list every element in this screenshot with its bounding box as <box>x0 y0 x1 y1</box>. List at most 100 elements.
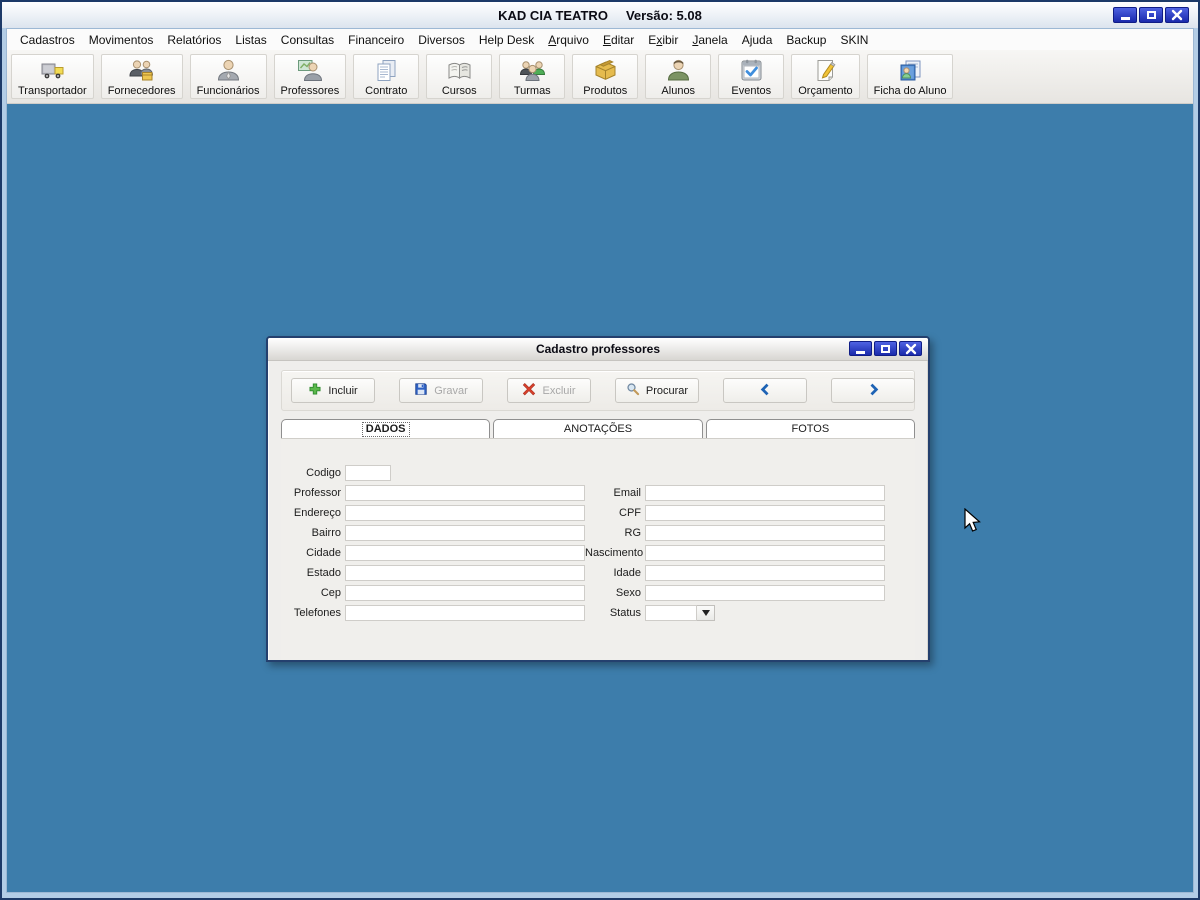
toolbar-produtos-button[interactable]: Produtos <box>572 54 639 99</box>
maximize-button[interactable] <box>1139 7 1163 23</box>
toolbar-button-label: Alunos <box>661 85 696 97</box>
box-icon <box>592 57 619 84</box>
search-icon <box>626 382 640 399</box>
gravar-button[interactable]: Gravar <box>399 378 483 403</box>
bairro-field[interactable] <box>345 525 585 541</box>
toolbar-button-label: Professores <box>280 85 340 97</box>
nascimento-field[interactable] <box>645 545 885 561</box>
cep-label: Cep <box>320 587 341 599</box>
close-button[interactable] <box>1165 7 1189 23</box>
idade-field[interactable] <box>645 565 885 581</box>
toolbar-transportador-button[interactable]: Transportador <box>11 54 94 99</box>
menu-listas[interactable]: Listas <box>228 31 273 49</box>
menu-arquivo[interactable]: Arquivo <box>541 31 596 49</box>
menu-relatorios[interactable]: Relatórios <box>160 31 228 49</box>
menu-janela[interactable]: Janela <box>685 31 734 49</box>
toolbar-funcionarios-button[interactable]: Funcionários <box>189 54 267 99</box>
form-row-estado-idade: Estado Idade <box>281 563 915 583</box>
form-row-cep-sexo: Cep Sexo <box>281 583 915 603</box>
form-row-telefones-status: Telefones Status <box>281 603 915 623</box>
plus-icon <box>308 382 322 399</box>
form-row-cidade-nascimento: Cidade Nascimento <box>281 543 915 563</box>
menu-skin[interactable]: SKIN <box>833 31 875 49</box>
codigo-field[interactable] <box>345 465 391 481</box>
tab-fotos[interactable]: FOTOS <box>705 419 915 438</box>
dialog-minimize-button[interactable] <box>849 341 872 356</box>
professor-field[interactable] <box>345 485 585 501</box>
form-row-codigo: Codigo <box>281 463 915 483</box>
excluir-button[interactable]: Excluir <box>507 378 591 403</box>
minimize-icon <box>856 350 865 354</box>
minimize-button[interactable] <box>1113 7 1137 23</box>
excluir-label: Excluir <box>542 384 576 397</box>
menu-backup[interactable]: Backup <box>779 31 833 49</box>
toolbar-contrato-button[interactable]: Contrato <box>353 54 420 99</box>
save-icon <box>414 382 428 399</box>
app-title: KAD CIA TEATRO Versão: 5.08 <box>2 8 1198 23</box>
menu-help-desk[interactable]: Help Desk <box>472 31 541 49</box>
email-label: Email <box>613 487 641 499</box>
tab-dados-label: DADOS <box>361 421 410 437</box>
cpf-label: CPF <box>619 507 641 519</box>
menu-diversos[interactable]: Diversos <box>411 31 472 49</box>
tab-anotacoes[interactable]: ANOTAÇÕES <box>493 419 703 438</box>
close-icon <box>1170 8 1184 22</box>
menu-exibir[interactable]: Exibir <box>641 31 685 49</box>
menu-editar[interactable]: Editar <box>596 31 641 49</box>
maximize-icon <box>881 344 890 353</box>
toolbar-alunos-button[interactable]: Alunos <box>645 54 712 99</box>
toolbar-eventos-button[interactable]: Eventos <box>718 54 785 99</box>
cidade-field[interactable] <box>345 545 585 561</box>
form-row-bairro-rg: Bairro RG <box>281 523 915 543</box>
status-field[interactable] <box>645 605 697 621</box>
endereco-field[interactable] <box>345 505 585 521</box>
window-controls <box>1113 7 1189 23</box>
estado-label: Estado <box>306 567 341 579</box>
dialog-close-button[interactable] <box>899 341 922 356</box>
app-title-text: KAD CIA TEATRO <box>498 7 608 23</box>
chevron-right-icon <box>867 383 880 399</box>
suppliers-icon <box>128 57 155 84</box>
idade-label: Idade <box>613 567 641 579</box>
app-titlebar[interactable]: KAD CIA TEATRO Versão: 5.08 <box>2 2 1198 28</box>
cadastro-professores-dialog: Cadastro professores Incluir Gravar Excl… <box>266 336 930 662</box>
telefones-label: Telefones <box>293 607 341 619</box>
menu-cadastros[interactable]: Cadastros <box>13 31 82 49</box>
email-field[interactable] <box>645 485 885 501</box>
toolbar-ficha-do-aluno-button[interactable]: Ficha do Aluno <box>866 54 954 99</box>
close-icon <box>904 342 918 356</box>
procurar-button[interactable]: Procurar <box>615 378 699 403</box>
dialog-titlebar[interactable]: Cadastro professores <box>268 338 928 361</box>
toolbar-professores-button[interactable]: Professores <box>273 54 347 99</box>
menu-consultas[interactable]: Consultas <box>274 31 341 49</box>
tab-dados[interactable]: DADOS <box>281 419 491 438</box>
cep-field[interactable] <box>345 585 585 601</box>
delete-icon <box>522 382 536 399</box>
menu-movimentos[interactable]: Movimentos <box>82 31 161 49</box>
main-toolbar: Transportador Fornecedores Funcionários … <box>7 50 1193 104</box>
incluir-button[interactable]: Incluir <box>291 378 375 403</box>
toolbar-button-label: Cursos <box>441 85 477 97</box>
menu-financeiro[interactable]: Financeiro <box>341 31 411 49</box>
record-toolbar: Incluir Gravar Excluir Procurar <box>281 370 915 411</box>
next-record-button[interactable] <box>831 378 915 403</box>
toolbar-turmas-button[interactable]: Turmas <box>499 54 566 99</box>
telefones-field[interactable] <box>345 605 585 621</box>
cpf-field[interactable] <box>645 505 885 521</box>
dialog-maximize-button[interactable] <box>874 341 897 356</box>
rg-field[interactable] <box>645 525 885 541</box>
sexo-field[interactable] <box>645 585 885 601</box>
status-dropdown-button[interactable] <box>697 605 715 621</box>
teacher-icon <box>296 57 323 84</box>
toolbar-fornecedores-button[interactable]: Fornecedores <box>100 54 183 99</box>
calendar-check-icon <box>738 57 765 84</box>
toolbar-button-label: Contrato <box>365 85 408 97</box>
status-combobox[interactable] <box>645 605 715 621</box>
incluir-label: Incluir <box>328 384 358 397</box>
menu-ajuda[interactable]: Ajuda <box>735 31 780 49</box>
toolbar-cursos-button[interactable]: Cursos <box>426 54 493 99</box>
toolbar-orcamento-button[interactable]: Orçamento <box>791 54 860 99</box>
estado-field[interactable] <box>345 565 585 581</box>
previous-record-button[interactable] <box>723 378 807 403</box>
toolbar-button-label: Orçamento <box>798 85 853 97</box>
